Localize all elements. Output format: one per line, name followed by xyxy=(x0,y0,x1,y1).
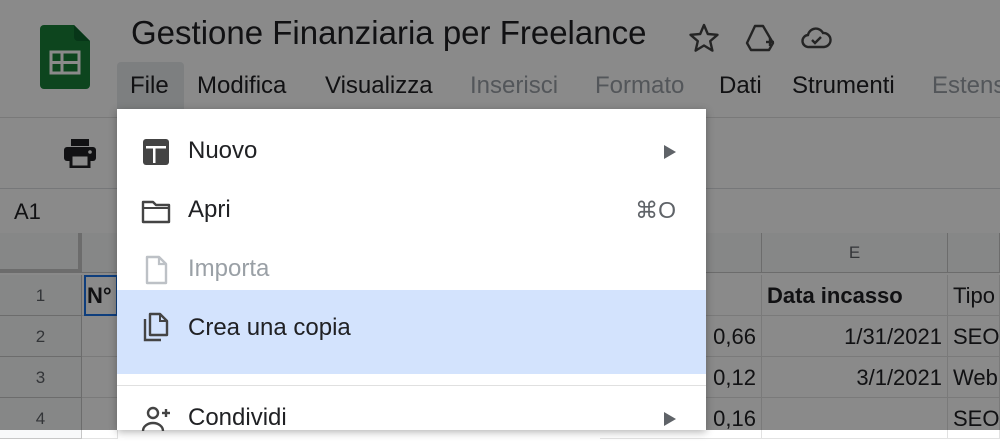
menu-item-crea-copia[interactable]: Crea una copia xyxy=(117,290,706,374)
menu-item-label: Crea una copia xyxy=(188,314,351,341)
folder-icon xyxy=(141,200,171,224)
menu-item-condividi[interactable]: Condividi xyxy=(117,388,706,446)
shortcut-label: ⌘O xyxy=(635,197,676,223)
menu-item-label: Importa xyxy=(188,255,270,282)
menu-item-apri[interactable]: Apri ⌘O xyxy=(117,182,706,240)
menu-item-label: Apri xyxy=(188,196,231,223)
file-dropdown-menu: Nuovo Apri ⌘O Importa Crea una copia Con… xyxy=(117,109,706,432)
menu-item-nuovo[interactable]: Nuovo xyxy=(117,123,706,181)
menu-divider xyxy=(117,385,706,386)
copy-icon xyxy=(143,312,169,342)
file-icon xyxy=(145,255,168,285)
submenu-arrow-icon xyxy=(664,412,676,426)
menu-item-label: Nuovo xyxy=(188,137,258,164)
submenu-arrow-icon xyxy=(664,145,676,159)
new-sheet-icon xyxy=(143,139,169,165)
menu-item-label: Condividi xyxy=(188,404,287,431)
